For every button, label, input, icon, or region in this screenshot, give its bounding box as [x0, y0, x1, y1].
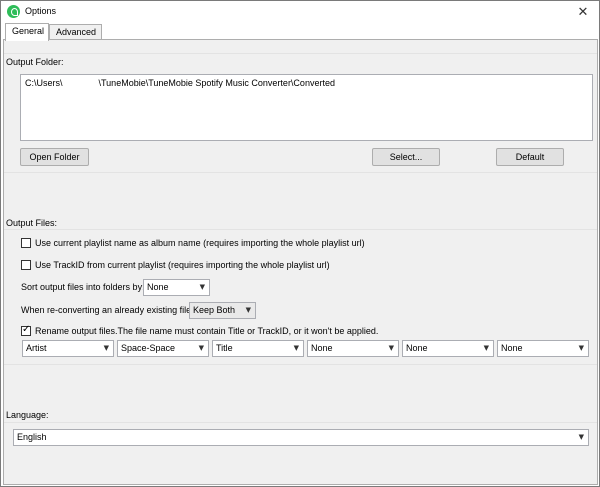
- reconvert-label: When re-converting an already existing f…: [21, 305, 194, 315]
- divider: [4, 364, 597, 365]
- app-logo-icon: [7, 5, 20, 18]
- sort-folders-label: Sort output files into folders by:: [21, 282, 145, 292]
- use-trackid-option[interactable]: Use TrackID from current playlist (requi…: [21, 258, 330, 272]
- divider: [4, 53, 597, 54]
- use-playlist-name-label: Use current playlist name as album name …: [35, 238, 365, 248]
- use-playlist-name-checkbox[interactable]: [21, 238, 31, 248]
- rename-part-5-select[interactable]: None ▼: [402, 340, 494, 357]
- rename-part-1-select[interactable]: Artist ▼: [22, 340, 114, 357]
- rename-part-2-value: Space-Space: [121, 343, 176, 353]
- chevron-down-icon: ▼: [483, 344, 489, 352]
- reconvert-value: Keep Both: [193, 305, 236, 315]
- divider: [4, 229, 597, 230]
- rename-label: Rename output files.The file name must c…: [35, 326, 379, 336]
- reconvert-select[interactable]: Keep Both ▼: [189, 302, 256, 319]
- path-suffix: \TuneMobie\TuneMobie Spotify Music Conve…: [98, 78, 335, 88]
- general-panel: Output Folder: C:\Users\ \TuneMobie\TuneM…: [3, 39, 598, 485]
- use-trackid-checkbox[interactable]: [21, 260, 31, 270]
- use-trackid-label: Use TrackID from current playlist (requi…: [35, 260, 330, 270]
- rename-part-6-value: None: [501, 343, 523, 353]
- tab-general[interactable]: General: [5, 23, 49, 41]
- chevron-down-icon: ▼: [198, 344, 204, 352]
- divider: [4, 172, 597, 173]
- output-folder-label: Output Folder:: [6, 57, 64, 67]
- path-prefix: C:\Users\: [25, 78, 63, 88]
- rename-part-3-value: Title: [216, 343, 233, 353]
- chevron-down-icon: ▼: [293, 344, 299, 352]
- rename-part-6-select[interactable]: None ▼: [497, 340, 589, 357]
- sort-folders-value: None: [147, 282, 169, 292]
- language-value: English: [17, 432, 47, 442]
- rename-option[interactable]: Rename output files.The file name must c…: [21, 324, 378, 338]
- rename-part-4-value: None: [311, 343, 333, 353]
- output-folder-path[interactable]: C:\Users\ \TuneMobie\TuneMobie Spotify Mu…: [20, 74, 593, 141]
- rename-part-2-select[interactable]: Space-Space ▼: [117, 340, 209, 357]
- window-title: Options: [25, 6, 57, 16]
- default-folder-button[interactable]: Default: [496, 148, 564, 166]
- tab-bar: General Advanced: [3, 23, 599, 41]
- close-icon[interactable]: ✕: [571, 2, 595, 21]
- chevron-down-icon: ▼: [578, 344, 584, 352]
- select-folder-button[interactable]: Select...: [372, 148, 440, 166]
- output-files-label: Output Files:: [6, 218, 58, 228]
- rename-checkbox[interactable]: [21, 324, 31, 336]
- open-folder-button[interactable]: Open Folder: [20, 148, 89, 166]
- rename-part-1-value: Artist: [26, 343, 47, 353]
- use-playlist-name-option[interactable]: Use current playlist name as album name …: [21, 236, 365, 250]
- title-bar: Options ✕: [1, 1, 599, 22]
- tab-advanced[interactable]: Advanced: [49, 24, 102, 40]
- chevron-down-icon: ▼: [103, 344, 109, 352]
- options-window: Options ✕ General Advanced Output Folder…: [0, 0, 600, 487]
- rename-part-4-select[interactable]: None ▼: [307, 340, 399, 357]
- chevron-down-icon: ▼: [388, 344, 394, 352]
- divider: [4, 422, 597, 423]
- language-select[interactable]: English ▼: [13, 429, 589, 446]
- chevron-down-icon: ▼: [199, 283, 205, 291]
- sort-folders-select[interactable]: None ▼: [143, 279, 210, 296]
- language-label: Language:: [6, 410, 49, 420]
- rename-part-3-select[interactable]: Title ▼: [212, 340, 304, 357]
- chevron-down-icon: ▼: [578, 433, 584, 441]
- rename-part-5-value: None: [406, 343, 428, 353]
- chevron-down-icon: ▼: [245, 306, 251, 314]
